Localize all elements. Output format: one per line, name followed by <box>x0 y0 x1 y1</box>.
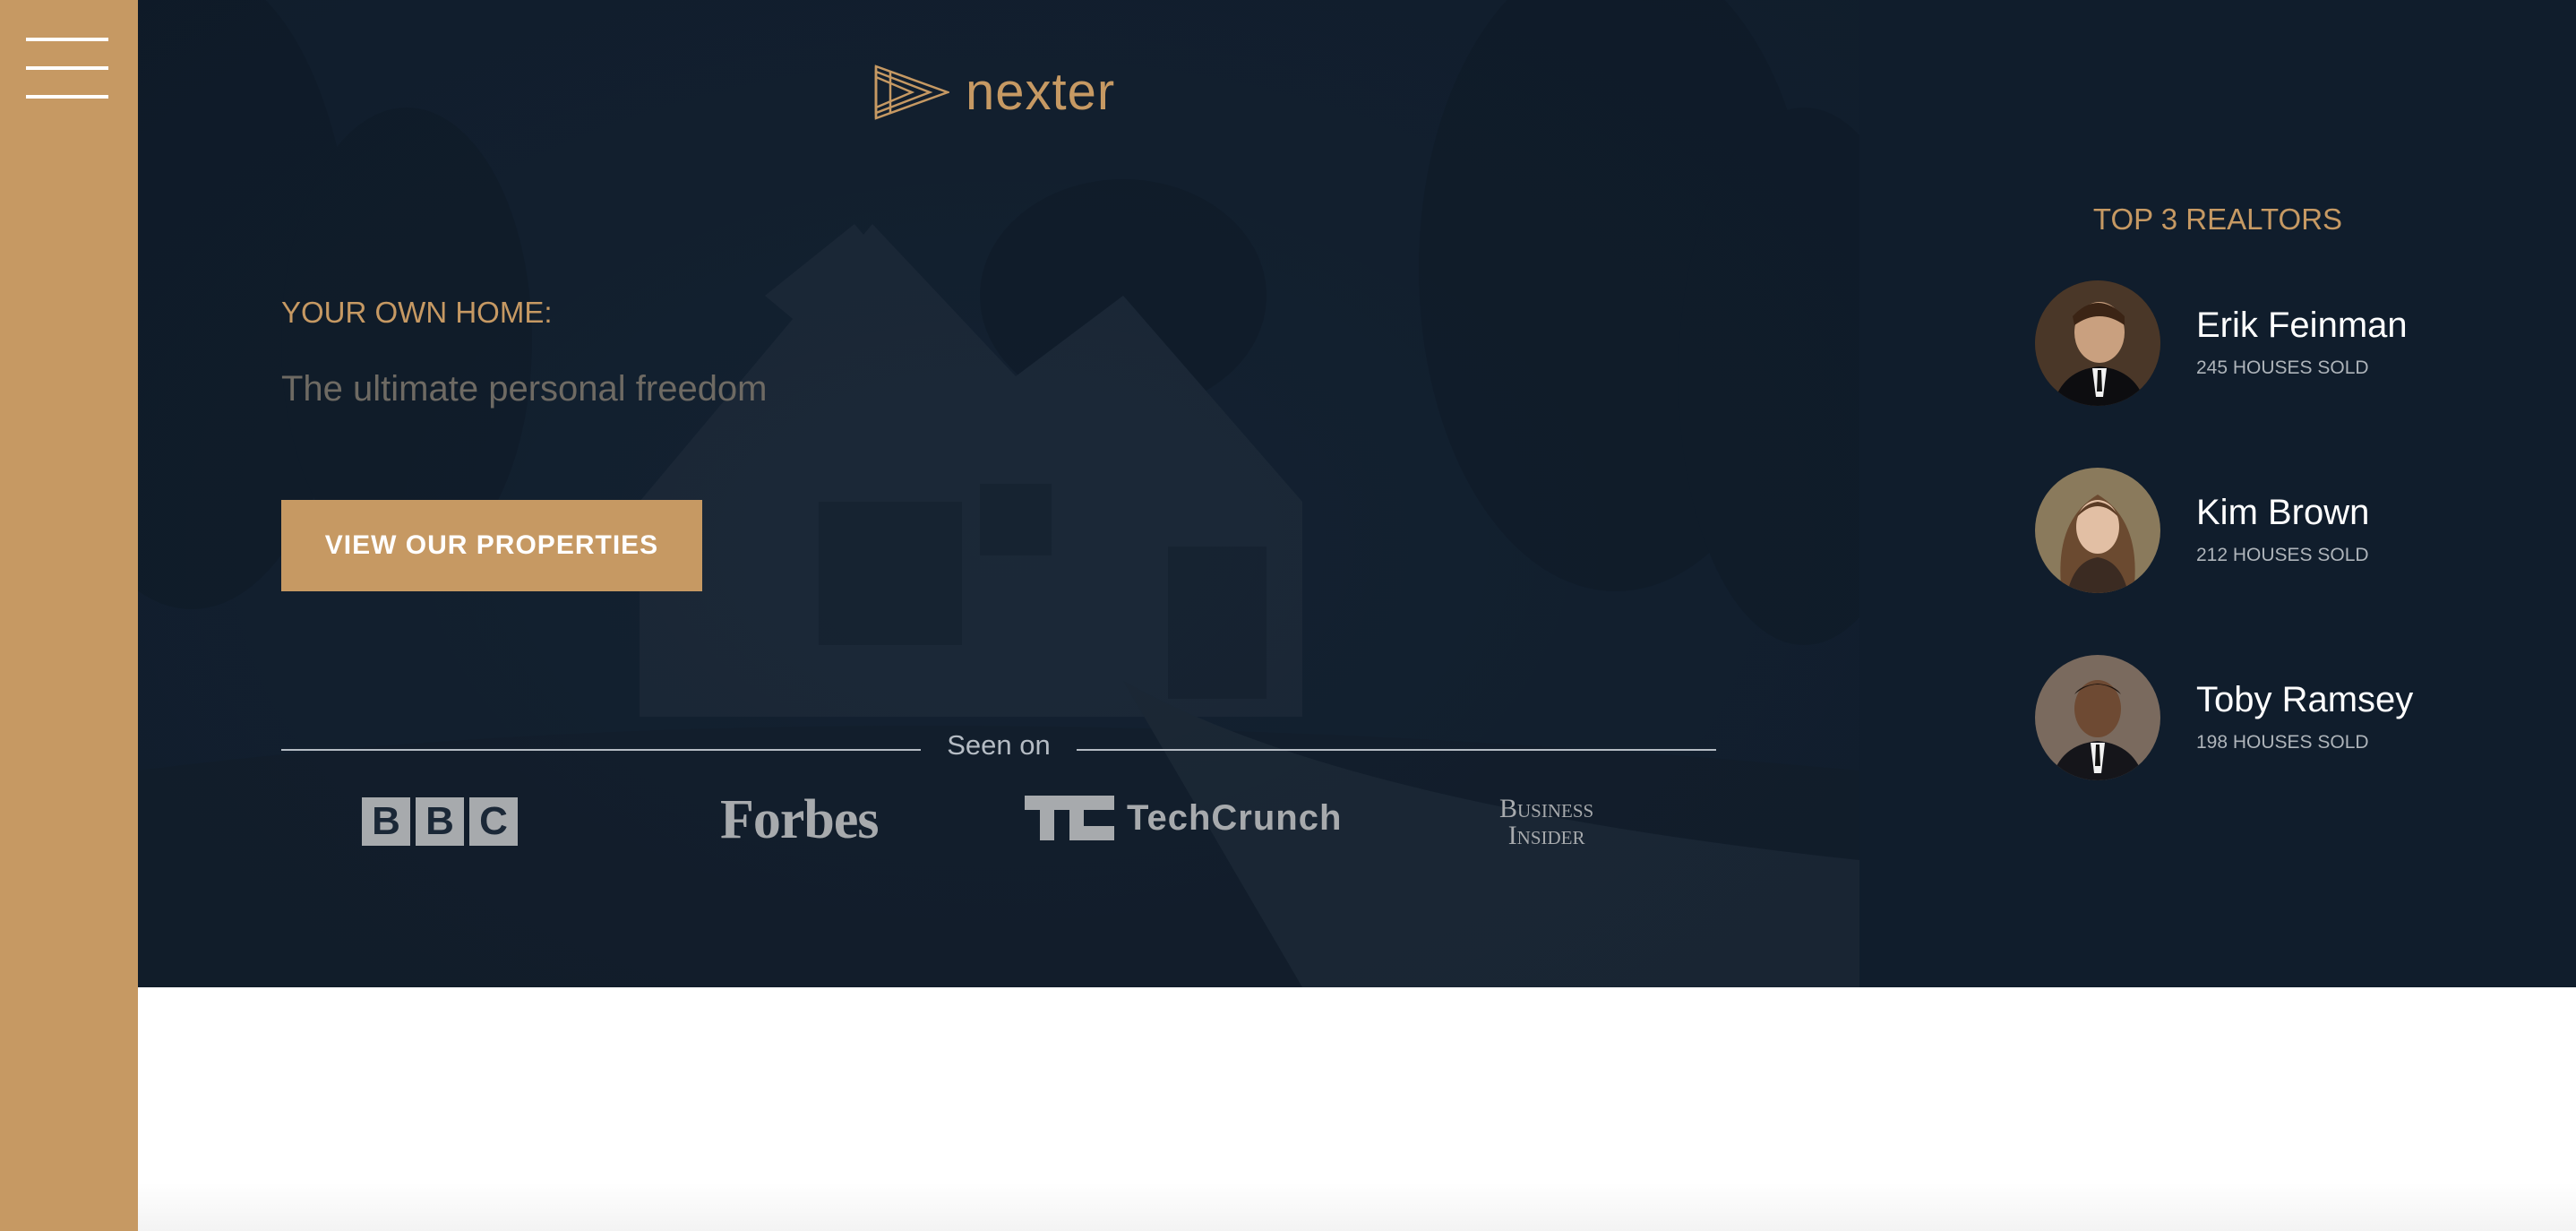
business-insider-logo: Business Insider <box>1499 796 1593 849</box>
techcrunch-logo: TechCrunch <box>1025 796 1342 840</box>
realtor-name: Toby Ramsey <box>2196 680 2414 719</box>
content-area <box>138 987 2576 1231</box>
seen-on-divider: Seen on <box>281 729 1716 769</box>
realtors-panel: TOP 3 REALTORS Erik Feinman 245 HOUSES S… <box>1859 0 2576 987</box>
realtor-sold: 245 HOUSES SOLD <box>2196 357 2369 378</box>
techcrunch-text: TechCrunch <box>1127 797 1343 838</box>
woman-portrait-photo <box>2035 468 2160 593</box>
realtor-avatar <box>2035 468 2160 593</box>
header: nexter YOUR OWN HOME: The ultimate perso… <box>138 0 1859 987</box>
view-properties-button[interactable]: VIEW OUR PROPERTIES <box>281 500 702 591</box>
menu-line <box>26 66 108 70</box>
realtor-name: Erik Feinman <box>2196 306 2408 345</box>
realtor-sold: 212 HOUSES SOLD <box>2196 545 2369 565</box>
divider-line-left <box>281 749 921 751</box>
nexter-logo[interactable]: nexter <box>874 61 1134 124</box>
menu-line <box>26 38 108 41</box>
sidebar <box>0 0 138 1231</box>
menu-line <box>26 95 108 99</box>
realtor-name: Kim Brown <box>2196 493 2370 532</box>
man-suit-photo <box>2035 280 2160 406</box>
realtors-title: TOP 3 REALTORS <box>2092 202 2343 236</box>
realtor-avatar <box>2035 280 2160 406</box>
bbc-letter: B <box>362 797 410 846</box>
hero-heading: The ultimate personal freedom <box>281 369 768 409</box>
business-insider-line2: Insider <box>1507 821 1585 850</box>
business-insider-line1: Business <box>1499 794 1594 823</box>
realtor-sold: 198 HOUSES SOLD <box>2196 732 2369 753</box>
man-smiling-photo <box>2035 655 2160 780</box>
realtor-card[interactable]: Erik Feinman 245 HOUSES SOLD <box>2035 280 2537 406</box>
triple-play-triangle-icon <box>874 65 949 120</box>
logo-text: nexter <box>966 63 1116 121</box>
divider-line-right <box>1077 749 1716 751</box>
hero-subtitle: YOUR OWN HOME: <box>281 296 553 329</box>
realtor-avatar <box>2035 655 2160 780</box>
bbc-letter: B <box>416 797 464 846</box>
bbc-letter: C <box>469 797 518 846</box>
bbc-logo: B B C <box>362 797 518 846</box>
seen-on-label: Seen on <box>947 729 1051 761</box>
forbes-logo: Forbes <box>720 789 880 850</box>
realtor-card[interactable]: Kim Brown 212 HOUSES SOLD <box>2035 468 2537 593</box>
techcrunch-mark-icon <box>1025 796 1114 840</box>
hamburger-menu-icon[interactable] <box>26 36 108 100</box>
realtor-card[interactable]: Toby Ramsey 198 HOUSES SOLD <box>2035 655 2537 780</box>
